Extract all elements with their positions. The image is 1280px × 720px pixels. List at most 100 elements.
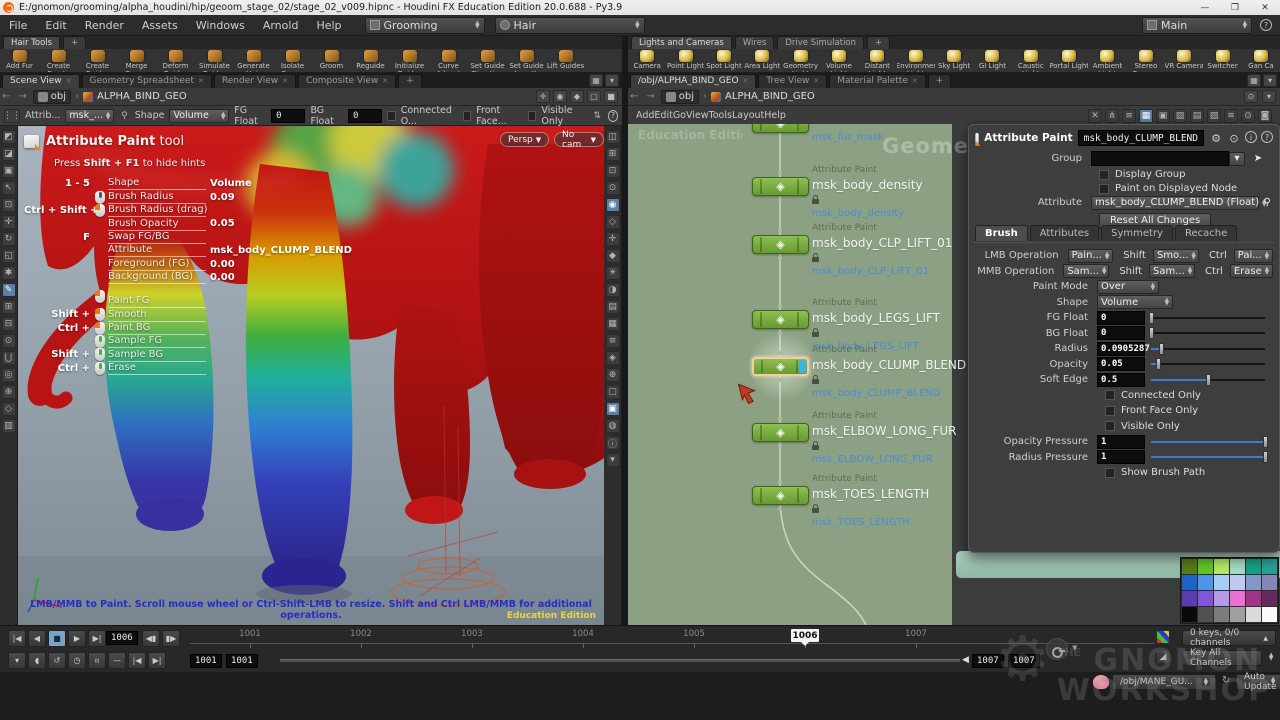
palette-swatch[interactable] [1246,575,1261,590]
geometry-icon[interactable]: ◆ [570,90,584,103]
jump-end-button[interactable]: ▶| [88,630,106,647]
fg-float-field[interactable]: 0 [271,109,305,123]
range-start-field[interactable]: 1001 [190,654,222,668]
rotate-tool-icon[interactable]: ↻ [2,232,16,246]
select-arrow-icon[interactable]: ➤ [1245,153,1271,164]
tab-brush[interactable]: Brush [975,225,1028,241]
palette-swatch[interactable] [1262,559,1277,574]
palette-swatch[interactable] [1214,607,1229,622]
tab-attributes[interactable]: Attributes [1030,225,1099,241]
scale-tool-icon[interactable]: ◱ [2,249,16,263]
next-key-icon[interactable]: ▶| [148,652,166,669]
param-checkbox[interactable] [1105,390,1115,400]
search-icon[interactable]: ⊙ [1244,90,1258,103]
help-icon[interactable]: ? [608,110,618,122]
palette-swatch[interactable] [1182,575,1197,590]
network-node-msk_body_CLUMP_BLEND[interactable]: ◈ [752,357,809,376]
search-icon[interactable]: ⊙ [1241,109,1255,123]
palette-swatch[interactable] [1230,607,1245,622]
palette-swatch[interactable] [1262,607,1277,622]
close-tab-icon[interactable]: ✕ [282,77,288,85]
close-tab-icon[interactable]: ✕ [813,77,819,85]
next-frame-button[interactable]: ▮▶ [162,630,180,647]
attrib-select[interactable]: msk_... ▲▼ [65,109,114,123]
network-node-msk_ELBOW_LONG_FUR[interactable]: ◈ [752,423,809,442]
display-group-checkbox[interactable] [1099,170,1109,180]
node-name-field[interactable]: msk_body_CLUMP_BLEND [1078,130,1204,146]
snap-magnet-icon[interactable]: ⋃ [2,351,16,365]
play-button[interactable]: ▶ [68,630,86,647]
display-options-icon[interactable]: ▣ [606,402,620,416]
shadows-icon[interactable]: ◑ [606,283,620,297]
menu-render[interactable]: Render [76,19,133,32]
pane-tab--obj-alpha-bind-geo[interactable]: /obj/ALPHA_BIND_GEO✕ [630,74,756,88]
main-desktop-select[interactable]: Main ▲▼ [1142,17,1252,34]
background-image-icon[interactable]: ▧ [1207,109,1221,123]
pane-grid-icon[interactable]: ▦ [1247,74,1261,87]
tree-view-icon[interactable]: ⋔ [1105,109,1119,123]
realtime-toggle-icon[interactable]: ◷ [68,652,86,669]
paint-displayed-checkbox[interactable] [1099,184,1109,194]
net-menu-tools[interactable]: Tools [709,110,732,121]
visible-only-checkbox[interactable] [528,111,536,121]
show-guides-icon[interactable]: ◪ [2,147,16,161]
shelf-icon[interactable]: ≋ [1224,109,1238,123]
maximize-button[interactable]: ❐ [1220,3,1250,13]
tick-marks-icon[interactable]: ıı [88,652,106,669]
shelf-tool-sky-light[interactable]: Sky Light [935,50,973,71]
view-pan-icon[interactable]: ◎ [2,368,16,382]
shelf-tool-portal-light[interactable]: Portal Light [1050,50,1088,71]
jump-start-button[interactable]: |◀ [8,630,26,647]
net-menu-go[interactable]: Go [673,110,686,121]
lighting-icon[interactable]: ☀ [606,266,620,280]
param-value-field[interactable]: 0 [1097,311,1145,325]
slider-handle[interactable] [1149,312,1154,324]
shelf-tab-drive-simulation[interactable]: Drive Simulation [777,36,864,49]
close-tab-icon[interactable]: ✕ [66,77,72,85]
pane-tab-scene-view[interactable]: Scene View✕ [2,74,80,88]
palette-swatch[interactable] [1182,559,1197,574]
slider-handle[interactable] [1159,343,1164,355]
help-icon[interactable]: ? [1260,19,1272,31]
tab-recache[interactable]: Recache [1175,225,1237,241]
wrench-icon[interactable]: ✕ [1088,109,1102,123]
param-slider[interactable] [1151,311,1265,325]
maximize-pane-icon[interactable]: ■ [604,90,618,103]
handle-grid-icon[interactable]: ⋮⋮ [4,109,20,123]
snap-grid-icon[interactable]: ⊞ [2,300,16,314]
shelf-tab-hair-tools[interactable]: Hair Tools [3,36,60,49]
param-value-field[interactable]: 1 [1097,450,1145,464]
material-flag-icon[interactable]: ▤ [606,300,620,314]
slider-handle[interactable] [1263,451,1268,463]
back-icon[interactable]: ← [628,91,640,102]
group-list-icon[interactable]: ≡ [606,334,620,348]
layout-quad-icon[interactable]: ⊞ [606,147,620,161]
pose-tool-icon[interactable]: ✱ [2,266,16,280]
bg-float-field[interactable]: 0 [348,109,382,123]
minimize-button[interactable]: — [1190,3,1220,13]
sort-icon[interactable]: ⇅ [592,109,603,123]
palette-swatch[interactable] [1214,559,1229,574]
pane-tab-add[interactable]: + [928,74,952,88]
shelf-tab-wires[interactable]: Wires [735,36,775,49]
close-tab-icon[interactable]: ✕ [198,77,204,85]
shelf-tool-spot-light[interactable]: Spot Light [705,50,743,71]
palette-swatch[interactable] [1214,591,1229,606]
shelf-tab-add[interactable]: + [867,36,890,49]
snap-point-icon[interactable]: ⊙ [2,334,16,348]
palette-swatch[interactable] [1198,575,1213,590]
scene-viewport[interactable]: Persp▼ No cam▼ Attribute Paint tool Pres… [18,126,604,625]
pane-tab-add[interactable]: + [398,74,422,88]
net-menu-edit[interactable]: Edit [654,110,672,121]
prev-frame-button[interactable]: ◀▮ [142,630,160,647]
grid-toggle-icon[interactable]: ▦ [606,317,620,331]
param-checkbox[interactable] [1105,468,1115,478]
network-node-msk_body_CLP_LIFT_01[interactable]: ◈ [752,235,809,254]
display-points-icon[interactable]: ⊙ [606,181,620,195]
menu-edit[interactable]: Edit [36,19,75,32]
snapshot-icon[interactable]: ▢ [606,385,620,399]
net-menu-add[interactable]: Add [636,110,654,121]
param-value-field[interactable]: 1 [1097,435,1145,449]
forward-icon[interactable]: → [644,91,656,102]
select-tool-icon[interactable]: ↖ [2,181,16,195]
